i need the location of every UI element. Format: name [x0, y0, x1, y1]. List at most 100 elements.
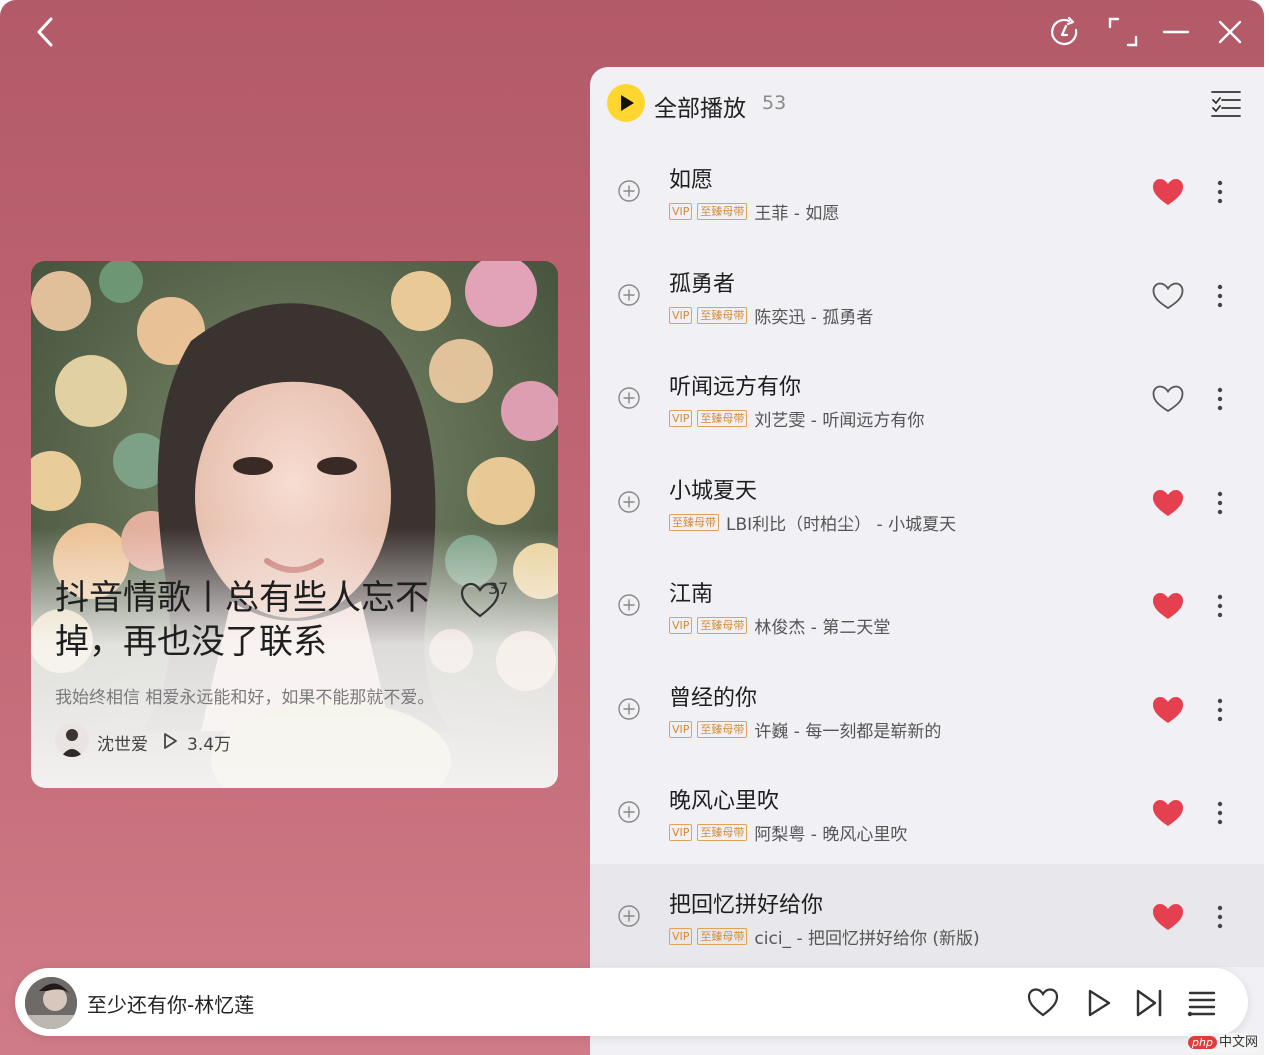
playlist-card[interactable]: 抖音情歌丨总有些人忘不掉，再也没了联系 37 我始终相信 相爱永远能和好，如果不…: [31, 261, 558, 788]
song-row[interactable]: 把回忆拼好给你 VIP 至臻母带 cici_ - 把回忆拼好给你 (新版): [590, 863, 1264, 967]
heart-outline-icon[interactable]: [1151, 384, 1185, 414]
close-button[interactable]: [1212, 14, 1248, 50]
add-to-playlist-icon[interactable]: [618, 697, 640, 720]
fullscreen-icon: [1108, 17, 1138, 47]
song-artist[interactable]: 刘艺雯 - 听闻远方有你: [754, 406, 924, 431]
chevron-left-icon: [37, 17, 53, 47]
song-meta: VIP 至臻母带 cici_ - 把回忆拼好给你 (新版): [669, 924, 980, 949]
multi-select-icon[interactable]: [1210, 87, 1242, 119]
add-to-playlist-icon[interactable]: [618, 904, 640, 927]
song-meta: 至臻母带 LBI利比（时柏尘） - 小城夏天: [669, 510, 956, 535]
song-title: 晚风心里吹: [669, 789, 780, 814]
now-playing-cover[interactable]: [25, 977, 77, 1029]
song-title: 小城夏天: [669, 478, 758, 504]
song-row[interactable]: 孤勇者 VIP 至臻母带 陈奕迅 - 孤勇者: [590, 243, 1264, 347]
add-to-playlist-icon[interactable]: [618, 594, 640, 616]
song-row[interactable]: 晚风心里吹 VIP 至臻母带 阿梨粤 - 晚风心里吹: [590, 760, 1264, 864]
heart-filled-icon[interactable]: [1151, 902, 1185, 932]
mini-player-bar: 至少还有你-林忆莲: [15, 968, 1248, 1036]
play-all-label[interactable]: 全部播放: [654, 89, 746, 123]
quality-badge: VIP: [669, 306, 693, 324]
more-options-icon[interactable]: [1210, 488, 1230, 518]
minimize-icon: [1162, 30, 1190, 34]
quality-badge: VIP: [669, 720, 693, 738]
playlist-play-count: 3.4万: [187, 735, 232, 755]
song-title: 听闻远方有你: [669, 375, 802, 400]
song-title: 曾经的你: [669, 685, 758, 711]
song-artist[interactable]: 陈奕迅 - 孤勇者: [754, 303, 873, 328]
song-row[interactable]: 听闻远方有你 VIP 至臻母带 刘艺雯 - 听闻远方有你: [590, 346, 1264, 450]
song-artist[interactable]: 许巍 - 每一刻都是崭新的: [754, 717, 941, 742]
back-button[interactable]: [28, 14, 64, 50]
song-artist[interactable]: LBI利比（时柏尘） - 小城夏天: [726, 510, 956, 535]
play-button[interactable]: [1081, 986, 1115, 1020]
song-count: 53: [762, 92, 787, 114]
play-all-button[interactable]: [607, 84, 645, 122]
song-list: 如愿 VIP 至臻母带 王菲 - 如愿 孤勇者 VIP 至臻母带 陈奕迅 - 孤勇者 听…: [590, 139, 1264, 967]
add-to-playlist-icon[interactable]: [618, 387, 640, 409]
minimize-button[interactable]: [1158, 14, 1194, 50]
more-options-icon[interactable]: [1210, 177, 1230, 207]
close-icon: [1218, 20, 1242, 44]
song-row[interactable]: 江南 VIP 至臻母带 林俊杰 - 第二天堂: [590, 553, 1264, 657]
add-to-playlist-icon[interactable]: [618, 180, 640, 202]
song-artist[interactable]: 王菲 - 如愿: [754, 199, 839, 224]
more-options-icon[interactable]: [1210, 695, 1230, 725]
playlist-author[interactable]: 沈世爱: [97, 730, 148, 755]
more-options-icon[interactable]: [1210, 591, 1230, 621]
like-button[interactable]: [1026, 986, 1060, 1020]
song-artist[interactable]: 林俊杰 - 第二天堂: [754, 613, 890, 638]
quality-badge: 至臻母带: [697, 720, 748, 738]
song-row[interactable]: 曾经的你 VIP 至臻母带 许巍 - 每一刻都是崭新的: [590, 657, 1264, 761]
next-icon: [1136, 989, 1162, 1017]
heart-filled-icon[interactable]: [1151, 591, 1185, 621]
playlist-title: 抖音情歌丨总有些人忘不掉，再也没了联系: [55, 578, 429, 662]
heart-filled-icon[interactable]: [1151, 798, 1185, 828]
heart-filled-icon[interactable]: [1151, 177, 1185, 207]
quality-badge: VIP: [669, 410, 693, 427]
quality-badge: 至臻母带: [697, 617, 748, 634]
more-options-icon[interactable]: [1210, 384, 1230, 414]
song-meta: VIP 至臻母带 阿梨粤 - 晚风心里吹: [669, 820, 907, 845]
queue-button[interactable]: [1185, 986, 1219, 1020]
play-icon: [1088, 989, 1111, 1017]
more-options-icon[interactable]: [1210, 798, 1230, 828]
song-title: 把回忆拼好给你: [669, 892, 824, 918]
fullscreen-button[interactable]: [1105, 14, 1141, 50]
watermark-text: 中文网: [1218, 1035, 1258, 1050]
heart-filled-icon[interactable]: [1151, 695, 1185, 725]
queue-icon: [1187, 991, 1216, 1017]
quality-badge: 至臻母带: [697, 203, 748, 220]
play-count-icon: [164, 733, 177, 749]
rotate-button[interactable]: [1047, 14, 1083, 50]
player-window: 抖音情歌丨总有些人忘不掉，再也没了联系 37 我始终相信 相爱永远能和好，如果不…: [0, 0, 1264, 1055]
song-artist[interactable]: 阿梨粤 - 晚风心里吹: [754, 820, 907, 845]
add-to-playlist-icon[interactable]: [618, 283, 640, 306]
song-row[interactable]: 如愿 VIP 至臻母带 王菲 - 如愿: [590, 139, 1264, 243]
playlist-description: 我始终相信 相爱永远能和好，如果不能那就不爱。: [55, 688, 435, 708]
next-button[interactable]: [1132, 986, 1166, 1020]
song-row[interactable]: 小城夏天 至臻母带 LBI利比（时柏尘） - 小城夏天: [590, 450, 1264, 554]
quality-badge: VIP: [669, 824, 693, 841]
quality-badge: 至臻母带: [697, 410, 748, 427]
watermark-brand: php: [1188, 1036, 1217, 1049]
more-options-icon[interactable]: [1210, 902, 1230, 932]
song-title: 如愿: [669, 168, 714, 193]
heart-filled-icon[interactable]: [1151, 488, 1185, 518]
add-to-playlist-icon[interactable]: [618, 801, 640, 823]
song-meta: VIP 至臻母带 王菲 - 如愿: [669, 199, 839, 224]
playlist-likes-count: 37: [488, 579, 509, 598]
now-playing-title[interactable]: 至少还有你-林忆莲: [87, 989, 254, 1018]
song-meta: VIP 至臻母带 林俊杰 - 第二天堂: [669, 613, 890, 638]
more-options-icon[interactable]: [1210, 281, 1230, 311]
quality-badge: VIP: [669, 927, 693, 945]
quality-badge: 至臻母带: [669, 513, 719, 531]
heart-outline-icon[interactable]: [1151, 281, 1185, 311]
rotate-icon: [1051, 16, 1078, 46]
song-artist[interactable]: cici_ - 把回忆拼好给你 (新版): [754, 924, 979, 949]
song-list-panel: 全部播放 53 如愿 VIP 至臻母带 王菲 - 如愿 孤勇者 VIP 至臻母带 陈奕迅…: [590, 67, 1264, 1055]
play-icon: [621, 95, 634, 111]
add-to-playlist-icon[interactable]: [618, 490, 640, 513]
author-avatar[interactable]: [55, 723, 89, 757]
song-meta: VIP 至臻母带 刘艺雯 - 听闻远方有你: [669, 406, 924, 431]
